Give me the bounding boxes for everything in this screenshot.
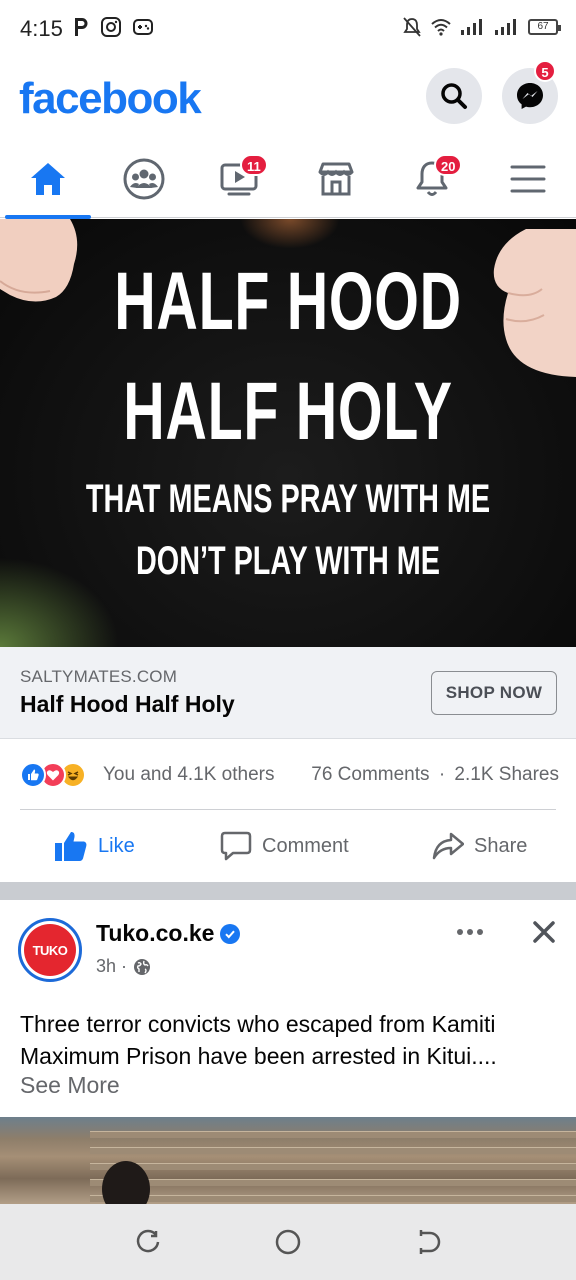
status-bar: 4:15 67 — [0, 0, 576, 60]
tab-groups[interactable] — [96, 140, 192, 218]
instagram-icon — [101, 17, 121, 37]
app-header: facebook 5 — [0, 60, 576, 140]
tuko-logo: TUKO — [24, 924, 76, 976]
ad-image-hair — [240, 219, 340, 249]
signal-icon-sim2 — [495, 19, 516, 35]
tab-home[interactable] — [0, 140, 96, 219]
facebook-logo[interactable]: facebook — [19, 74, 202, 124]
stats-separator: · — [438, 764, 446, 785]
avatar[interactable]: TUKO — [18, 918, 82, 982]
shares-count[interactable]: 2.1K Shares — [454, 764, 559, 785]
back-icon — [419, 1230, 441, 1254]
ad-headline-line-2: HALF HOLY — [123, 366, 453, 457]
comment-label: Comment — [262, 834, 349, 857]
globe-icon — [134, 958, 151, 975]
post-text: Three terror convicts who escaped from K… — [20, 1011, 497, 1069]
home-nav-button[interactable] — [272, 1226, 304, 1258]
post-action-bar: Like Comment Share — [0, 810, 576, 882]
post-meta: 3h · — [96, 956, 151, 977]
more-dots-icon — [457, 929, 483, 935]
ad-subline-1: THAT MEANS PRAY WITH ME — [85, 477, 491, 521]
back-button[interactable] — [412, 1226, 444, 1258]
ad-caption[interactable]: SALTYMATES.COM Half Hood Half Holy SHOP … — [0, 647, 576, 739]
ad-domain: SALTYMATES.COM — [20, 667, 178, 686]
like-reaction-icon — [20, 762, 46, 788]
hide-post-button[interactable] — [528, 916, 560, 948]
tab-watch[interactable]: 11 — [192, 140, 288, 218]
messenger-icon — [517, 83, 543, 109]
recent-apps-icon — [136, 1229, 160, 1253]
feed-separator — [0, 882, 576, 900]
photo-wall-detail — [90, 1179, 576, 1186]
share-button[interactable]: Share — [432, 810, 527, 882]
shop-now-button[interactable]: SHOP NOW — [431, 671, 557, 715]
tab-notifications[interactable]: 20 — [384, 140, 480, 218]
left-hand-illustration — [0, 219, 78, 302]
share-label: Share — [474, 834, 528, 857]
photo-wall-detail — [90, 1147, 576, 1154]
recent-apps-button[interactable] — [132, 1226, 164, 1258]
right-hand-illustration — [493, 229, 576, 377]
comment-button[interactable]: Comment — [220, 810, 349, 882]
main-tab-bar: 11 20 — [0, 140, 576, 219]
signal-icon — [461, 19, 482, 35]
notifications-muted-icon — [403, 17, 421, 37]
tab-marketplace[interactable] — [288, 140, 384, 218]
marketplace-icon — [318, 162, 354, 196]
see-more-link[interactable]: See More — [20, 1072, 120, 1099]
photo-wall-detail — [90, 1131, 576, 1138]
reactions-summary[interactable]: You and 4.1K others 76 Comments · 2.1K S… — [0, 740, 576, 810]
reaction-icons[interactable] — [20, 762, 100, 788]
comment-icon — [220, 831, 252, 861]
system-navigation-bar — [0, 1204, 576, 1280]
home-icon — [31, 163, 65, 195]
comments-count[interactable]: 76 Comments — [311, 764, 429, 785]
author-name: Tuko.co.ke — [96, 920, 215, 946]
verified-badge-icon — [220, 923, 241, 944]
share-arrow-icon — [432, 832, 464, 860]
more-options-button[interactable] — [452, 920, 488, 944]
groups-icon — [123, 158, 165, 200]
battery-indicator: 67 — [528, 19, 561, 35]
like-label: Like — [98, 834, 135, 857]
tab-menu[interactable] — [480, 140, 576, 218]
post-author[interactable]: Tuko.co.ke — [96, 920, 241, 947]
photo-wall-detail — [90, 1195, 576, 1202]
search-button[interactable] — [426, 68, 482, 124]
ad-subline-2: DON’T PLAY WITH ME — [135, 539, 441, 583]
ad-headline-line-1: HALF HOOD — [114, 256, 462, 347]
photo-wall-detail — [90, 1163, 576, 1170]
close-icon — [533, 921, 555, 943]
status-system-icons: 67 — [402, 16, 561, 38]
messenger-button[interactable]: 5 — [502, 60, 558, 124]
status-app-icons — [72, 16, 154, 38]
ad-title: Half Hood Half Holy — [20, 691, 235, 717]
thumbs-up-icon — [55, 831, 87, 861]
notifications-badge: 20 — [434, 154, 463, 176]
reactions-count[interactable]: You and 4.1K others — [103, 764, 275, 786]
circle-home-icon — [275, 1229, 301, 1255]
post-stats: 76 Comments · 2.1K Shares — [311, 764, 559, 786]
game-controller-icon — [133, 19, 153, 35]
hamburger-menu-icon — [510, 165, 546, 193]
parking-icon — [75, 18, 88, 36]
post-photo[interactable] — [0, 1117, 576, 1205]
status-time: 4:15 — [20, 16, 63, 41]
messenger-badge: 5 — [534, 60, 556, 82]
like-button[interactable]: Like — [54, 810, 135, 882]
watch-badge: 11 — [240, 154, 268, 176]
ad-image[interactable]: HALF HOOD HALF HOLY THAT MEANS PRAY WITH… — [0, 219, 576, 647]
wifi-icon — [431, 19, 451, 36]
post-time[interactable]: 3h · — [96, 956, 127, 977]
search-icon — [441, 83, 467, 109]
